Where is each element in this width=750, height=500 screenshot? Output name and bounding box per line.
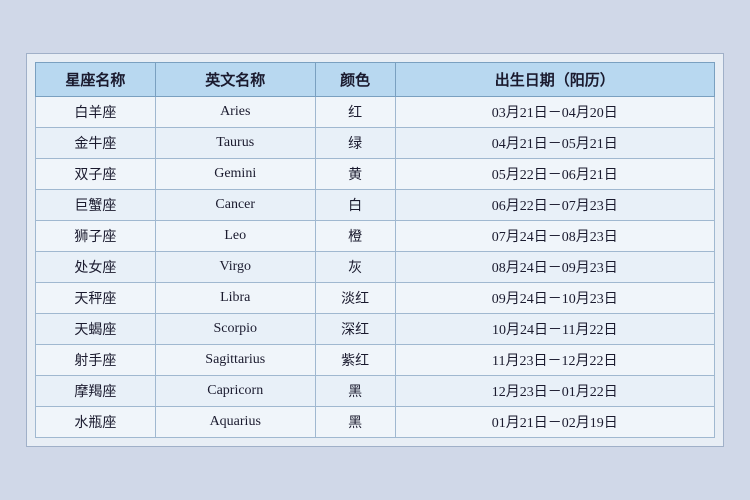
header-zh: 星座名称 [36, 63, 156, 97]
table-row: 巨蟹座Cancer白06月22日－07月23日 [36, 190, 715, 221]
table-row: 双子座Gemini黄05月22日－06月21日 [36, 159, 715, 190]
header-color: 颜色 [315, 63, 395, 97]
cell-zh: 水瓶座 [36, 407, 156, 438]
cell-date: 09月24日－10月23日 [395, 283, 714, 314]
table-header-row: 星座名称 英文名称 颜色 出生日期（阳历） [36, 63, 715, 97]
cell-color: 灰 [315, 252, 395, 283]
cell-color: 红 [315, 97, 395, 128]
cell-color: 紫红 [315, 345, 395, 376]
cell-zh: 狮子座 [36, 221, 156, 252]
header-date: 出生日期（阳历） [395, 63, 714, 97]
cell-color: 黑 [315, 376, 395, 407]
cell-en: Cancer [155, 190, 315, 221]
zodiac-table: 星座名称 英文名称 颜色 出生日期（阳历） 白羊座Aries红03月21日－04… [35, 62, 715, 438]
cell-color: 深红 [315, 314, 395, 345]
cell-color: 白 [315, 190, 395, 221]
cell-color: 黑 [315, 407, 395, 438]
cell-zh: 双子座 [36, 159, 156, 190]
cell-zh: 金牛座 [36, 128, 156, 159]
table-row: 白羊座Aries红03月21日－04月20日 [36, 97, 715, 128]
cell-color: 橙 [315, 221, 395, 252]
cell-en: Libra [155, 283, 315, 314]
cell-en: Aquarius [155, 407, 315, 438]
table-row: 天蝎座Scorpio深红10月24日－11月22日 [36, 314, 715, 345]
cell-en: Gemini [155, 159, 315, 190]
zodiac-table-container: 星座名称 英文名称 颜色 出生日期（阳历） 白羊座Aries红03月21日－04… [26, 53, 724, 447]
cell-zh: 摩羯座 [36, 376, 156, 407]
cell-en: Sagittarius [155, 345, 315, 376]
cell-en: Leo [155, 221, 315, 252]
cell-zh: 处女座 [36, 252, 156, 283]
cell-en: Scorpio [155, 314, 315, 345]
table-row: 狮子座Leo橙07月24日－08月23日 [36, 221, 715, 252]
cell-date: 03月21日－04月20日 [395, 97, 714, 128]
cell-date: 11月23日－12月22日 [395, 345, 714, 376]
cell-en: Taurus [155, 128, 315, 159]
cell-color: 淡红 [315, 283, 395, 314]
cell-date: 06月22日－07月23日 [395, 190, 714, 221]
cell-zh: 白羊座 [36, 97, 156, 128]
cell-date: 05月22日－06月21日 [395, 159, 714, 190]
cell-en: Capricorn [155, 376, 315, 407]
cell-en: Aries [155, 97, 315, 128]
cell-date: 07月24日－08月23日 [395, 221, 714, 252]
cell-date: 08月24日－09月23日 [395, 252, 714, 283]
table-row: 射手座Sagittarius紫红11月23日－12月22日 [36, 345, 715, 376]
cell-zh: 天蝎座 [36, 314, 156, 345]
header-en: 英文名称 [155, 63, 315, 97]
cell-zh: 射手座 [36, 345, 156, 376]
cell-color: 黄 [315, 159, 395, 190]
table-row: 处女座Virgo灰08月24日－09月23日 [36, 252, 715, 283]
table-row: 摩羯座Capricorn黑12月23日－01月22日 [36, 376, 715, 407]
cell-date: 04月21日－05月21日 [395, 128, 714, 159]
cell-zh: 巨蟹座 [36, 190, 156, 221]
table-row: 金牛座Taurus绿04月21日－05月21日 [36, 128, 715, 159]
cell-color: 绿 [315, 128, 395, 159]
cell-date: 10月24日－11月22日 [395, 314, 714, 345]
cell-zh: 天秤座 [36, 283, 156, 314]
table-row: 水瓶座Aquarius黑01月21日－02月19日 [36, 407, 715, 438]
table-row: 天秤座Libra淡红09月24日－10月23日 [36, 283, 715, 314]
cell-date: 12月23日－01月22日 [395, 376, 714, 407]
cell-en: Virgo [155, 252, 315, 283]
cell-date: 01月21日－02月19日 [395, 407, 714, 438]
